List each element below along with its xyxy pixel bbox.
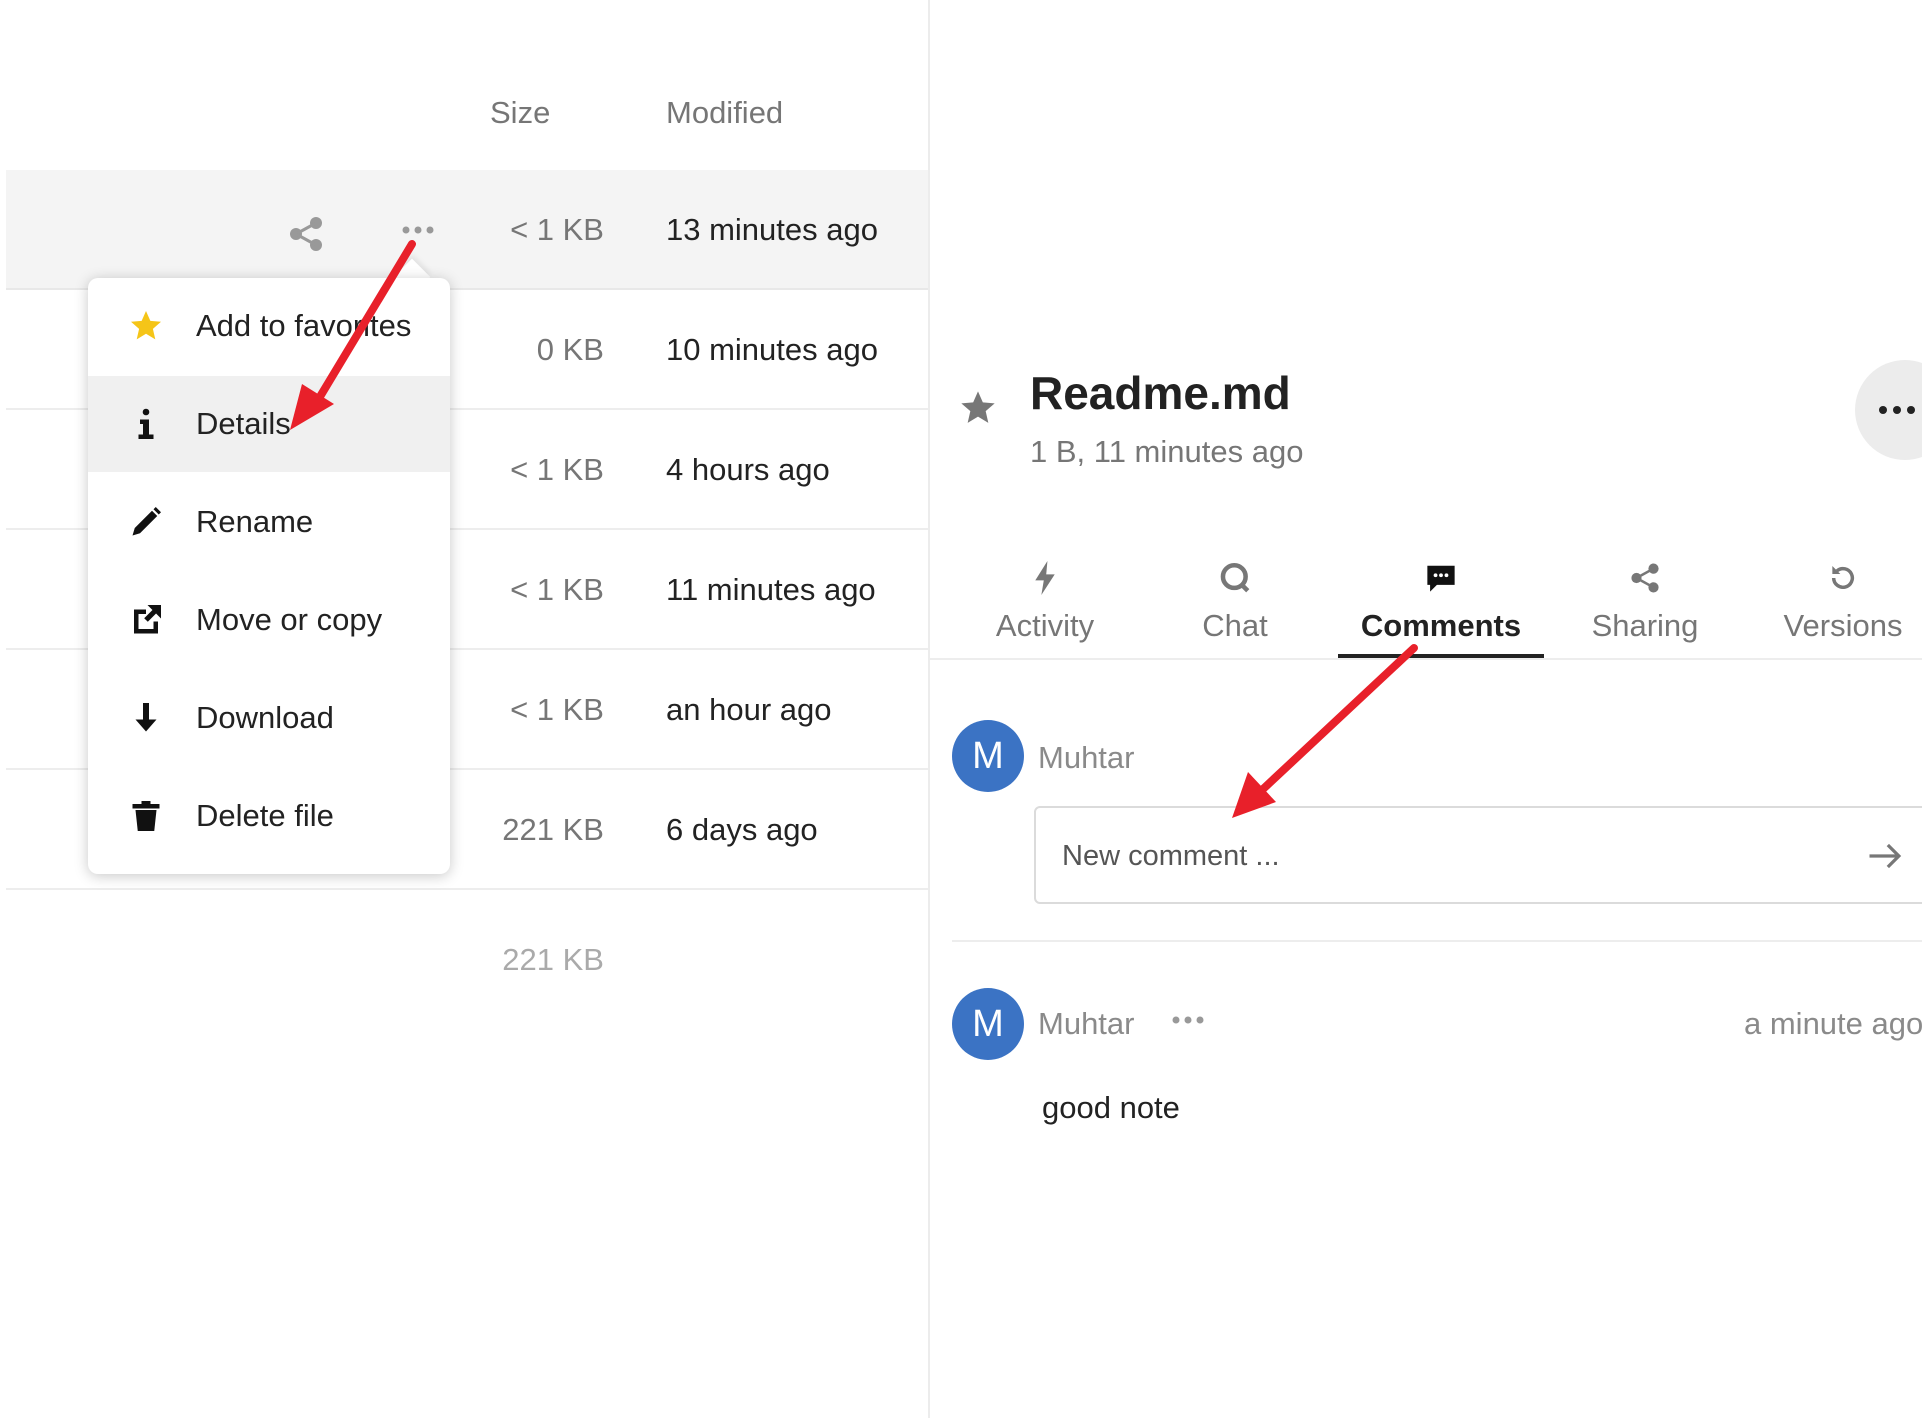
menu-item-label: Details <box>196 406 291 441</box>
menu-item-details[interactable]: Details <box>88 376 450 472</box>
tab-label: Chat <box>1202 608 1268 643</box>
comment-author: Muhtar <box>1038 1006 1135 1041</box>
file-size: < 1 KB <box>510 572 604 607</box>
menu-item-label: Add to favorites <box>196 308 412 343</box>
column-header-modified[interactable]: Modified <box>666 95 783 131</box>
tab-versions[interactable]: Versions <box>1758 556 1922 660</box>
column-header-size[interactable]: Size <box>490 95 550 131</box>
menu-item-download[interactable]: Download <box>88 670 450 766</box>
download-icon <box>118 700 174 736</box>
tab-chat[interactable]: Chat <box>1160 556 1310 660</box>
lightning-icon <box>1035 561 1055 595</box>
tab-sharing[interactable]: Sharing <box>1560 556 1730 660</box>
tab-activity[interactable]: Activity <box>970 556 1120 660</box>
file-modified: 4 hours ago <box>666 452 830 487</box>
details-sidebar: Readme.md 1 B, 11 minutes ago Activity C… <box>930 0 1922 1418</box>
tab-label: Versions <box>1783 608 1903 643</box>
tab-label: Activity <box>995 608 1095 643</box>
file-size: < 1 KB <box>510 212 604 247</box>
file-modified: 6 days ago <box>666 812 818 847</box>
new-comment-input[interactable] <box>1060 832 1844 880</box>
tab-label: Comments <box>1360 608 1522 643</box>
tab-label: Sharing <box>1591 608 1699 643</box>
file-list-panel: Size Modified < 1 KB 13 minutes ago 0 KB… <box>0 0 928 1418</box>
avatar: M <box>952 720 1024 792</box>
star-icon <box>118 308 174 344</box>
file-modified: 10 minutes ago <box>666 332 878 367</box>
sidebar-more-button[interactable] <box>1855 360 1922 460</box>
file-modified: 13 minutes ago <box>666 212 878 247</box>
file-size: < 1 KB <box>510 692 604 727</box>
active-tab-indicator <box>1338 654 1544 658</box>
comment-timestamp: a minute ago <box>1744 1006 1922 1041</box>
file-size: 0 KB <box>536 332 604 367</box>
send-arrow-icon[interactable] <box>1864 834 1908 878</box>
menu-item-add-to-favorites[interactable]: Add to favorites <box>88 278 450 374</box>
history-icon <box>1831 566 1855 589</box>
current-user-name: Muhtar <box>1038 740 1135 775</box>
table-row[interactable]: < 1 KB 13 minutes ago <box>6 170 928 290</box>
external-link-icon <box>118 602 174 638</box>
tabs-divider <box>930 658 1922 660</box>
file-size: 221 KB <box>502 812 604 847</box>
comment-more-icon[interactable] <box>1168 1010 1208 1030</box>
share-icon <box>1631 563 1659 593</box>
file-modified: 11 minutes ago <box>666 572 876 607</box>
menu-item-label: Move or copy <box>196 602 383 637</box>
comment-text: good note <box>1042 1090 1180 1125</box>
file-modified: an hour ago <box>666 692 832 727</box>
comment-icon <box>1427 565 1455 592</box>
pencil-icon <box>118 504 174 540</box>
comment-separator <box>952 940 1922 942</box>
share-icon[interactable] <box>286 214 326 254</box>
file-size: < 1 KB <box>510 452 604 487</box>
menu-item-label: Download <box>196 700 334 735</box>
menu-item-rename[interactable]: Rename <box>88 474 450 570</box>
favorite-star-icon[interactable] <box>958 388 998 433</box>
info-icon <box>118 406 174 442</box>
menu-item-delete-file[interactable]: Delete file <box>88 768 450 864</box>
avatar: M <box>952 988 1024 1060</box>
menu-item-label: Delete file <box>196 798 334 833</box>
file-context-menu: Add to favorites Details Rename Move or … <box>88 278 450 874</box>
file-subtitle: 1 B, 11 minutes ago <box>1030 434 1304 469</box>
file-title: Readme.md <box>1030 367 1291 419</box>
menu-item-label: Rename <box>196 504 314 539</box>
tab-comments[interactable]: Comments <box>1338 556 1544 660</box>
new-comment-box <box>1034 806 1922 904</box>
menu-item-move-or-copy[interactable]: Move or copy <box>88 572 450 668</box>
total-size: 221 KB <box>502 942 604 977</box>
chat-bubble-icon <box>1220 562 1250 593</box>
trash-icon <box>118 798 174 834</box>
